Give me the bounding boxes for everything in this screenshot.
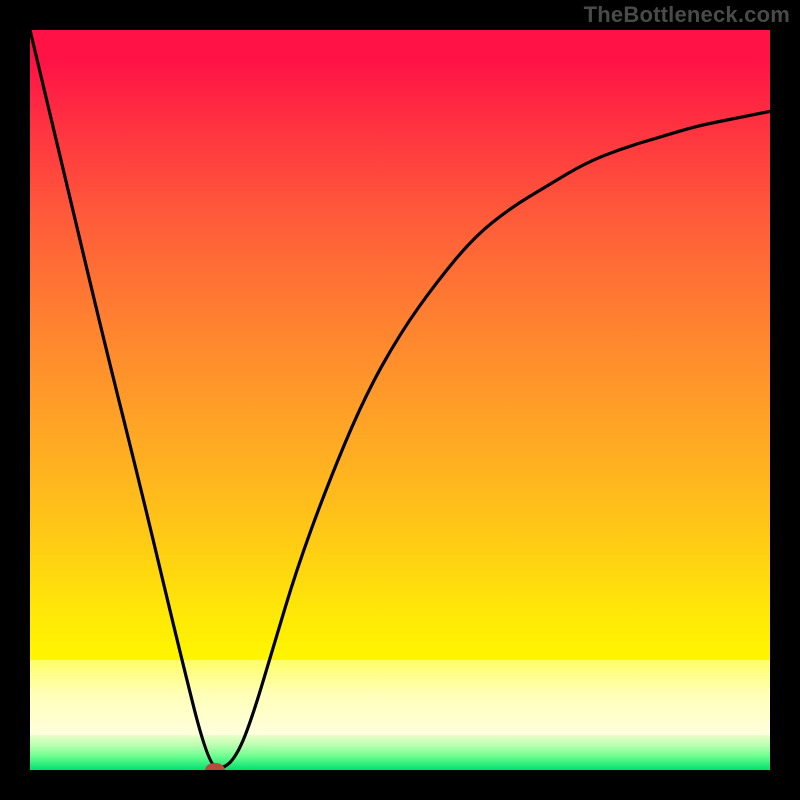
bottleneck-curve (30, 30, 770, 770)
optimum-marker (205, 763, 225, 770)
watermark-text: TheBottleneck.com (584, 2, 790, 28)
plot-area (30, 30, 770, 770)
chart-frame: TheBottleneck.com (0, 0, 800, 800)
